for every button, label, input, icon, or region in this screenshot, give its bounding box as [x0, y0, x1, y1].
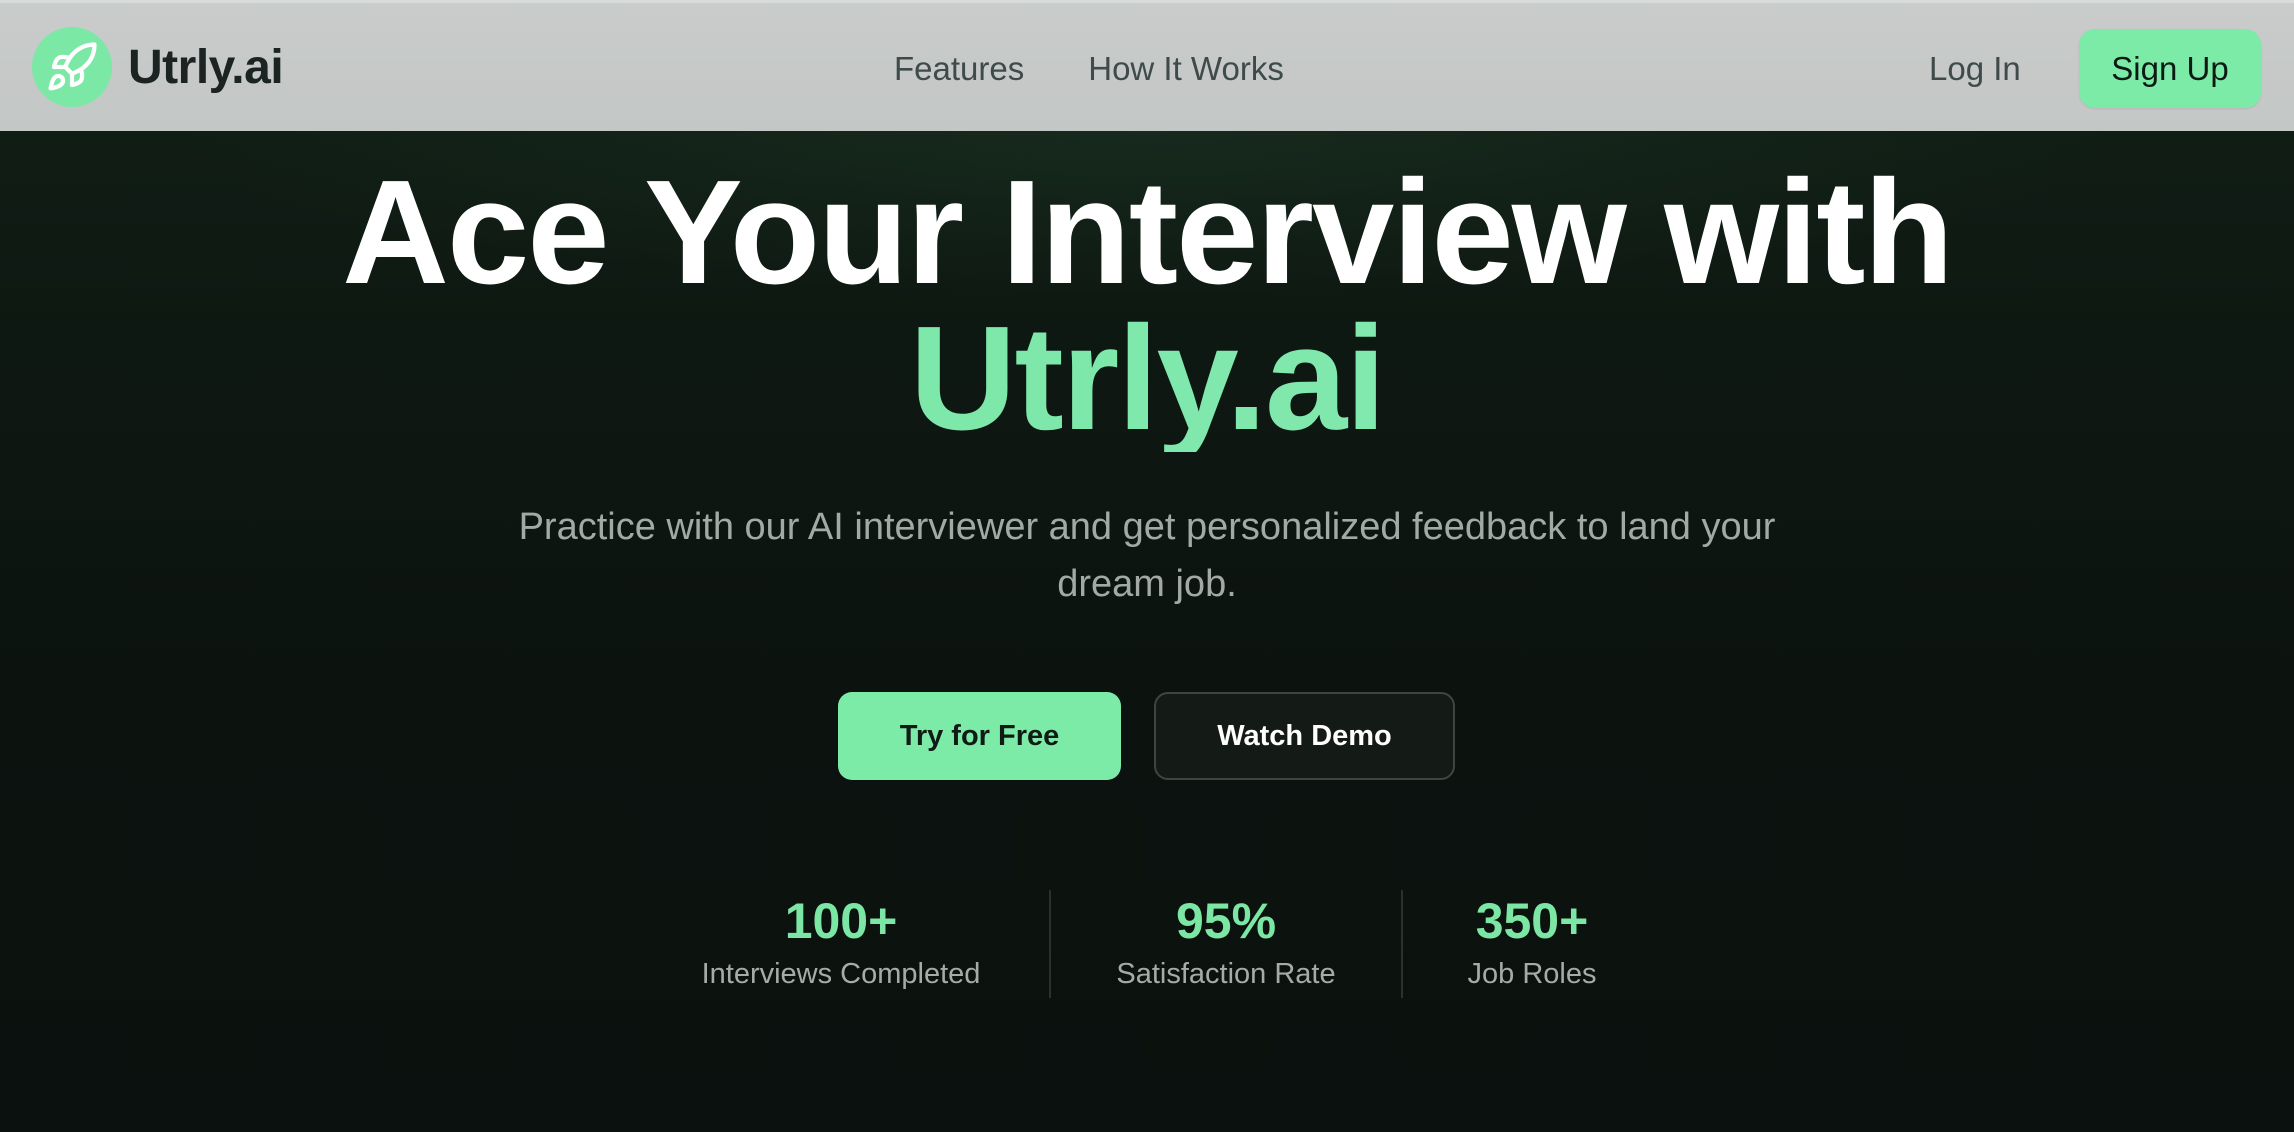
nav-link-features[interactable]: Features [894, 50, 1024, 88]
top-navbar: Utrly.ai Features How It Works Log In Si… [0, 0, 2294, 131]
stats-row: 100+ Interviews Completed 95% Satisfacti… [0, 890, 2294, 1000]
brand-name: Utrly.ai [128, 40, 284, 94]
try-for-free-button[interactable]: Try for Free [838, 692, 1121, 780]
stat-divider [1401, 890, 1403, 998]
cta-group: Try for Free Watch Demo [838, 692, 1455, 780]
stat-label: Interviews Completed [701, 958, 981, 990]
hero-subtitle: Practice with our AI interviewer and get… [518, 506, 1776, 605]
nav-link-how-it-works[interactable]: How It Works [1088, 50, 1284, 88]
stat-job-roles: 350+ Job Roles [1462, 890, 1602, 994]
stat-satisfaction: 95% Satisfaction Rate [1113, 890, 1339, 994]
signup-button[interactable]: Sign Up [2079, 29, 2261, 108]
stat-divider [1049, 890, 1051, 998]
stat-interviews: 100+ Interviews Completed [697, 890, 985, 994]
hero-title-accent: Utrly.ai [0, 305, 2294, 453]
stat-label: Job Roles [1467, 958, 1597, 990]
hero-title: Ace Your Interview with Utrly.ai [0, 159, 2294, 453]
brand-home-link[interactable]: Utrly.ai [32, 27, 284, 107]
landing-page: Utrly.ai Features How It Works Log In Si… [0, 0, 2294, 1132]
login-link[interactable]: Log In [1929, 3, 2021, 134]
main-nav: Features How It Works [894, 3, 1348, 134]
watch-demo-button[interactable]: Watch Demo [1154, 692, 1455, 780]
rocket-icon [48, 42, 97, 91]
hero-title-line: Ace Your Interview with [342, 150, 1954, 315]
stat-label: Satisfaction Rate [1116, 958, 1336, 990]
stat-value: 350+ [1475, 893, 1589, 949]
stat-value: 100+ [784, 893, 898, 949]
logo-badge [32, 27, 112, 107]
stat-value: 95% [1175, 893, 1277, 949]
